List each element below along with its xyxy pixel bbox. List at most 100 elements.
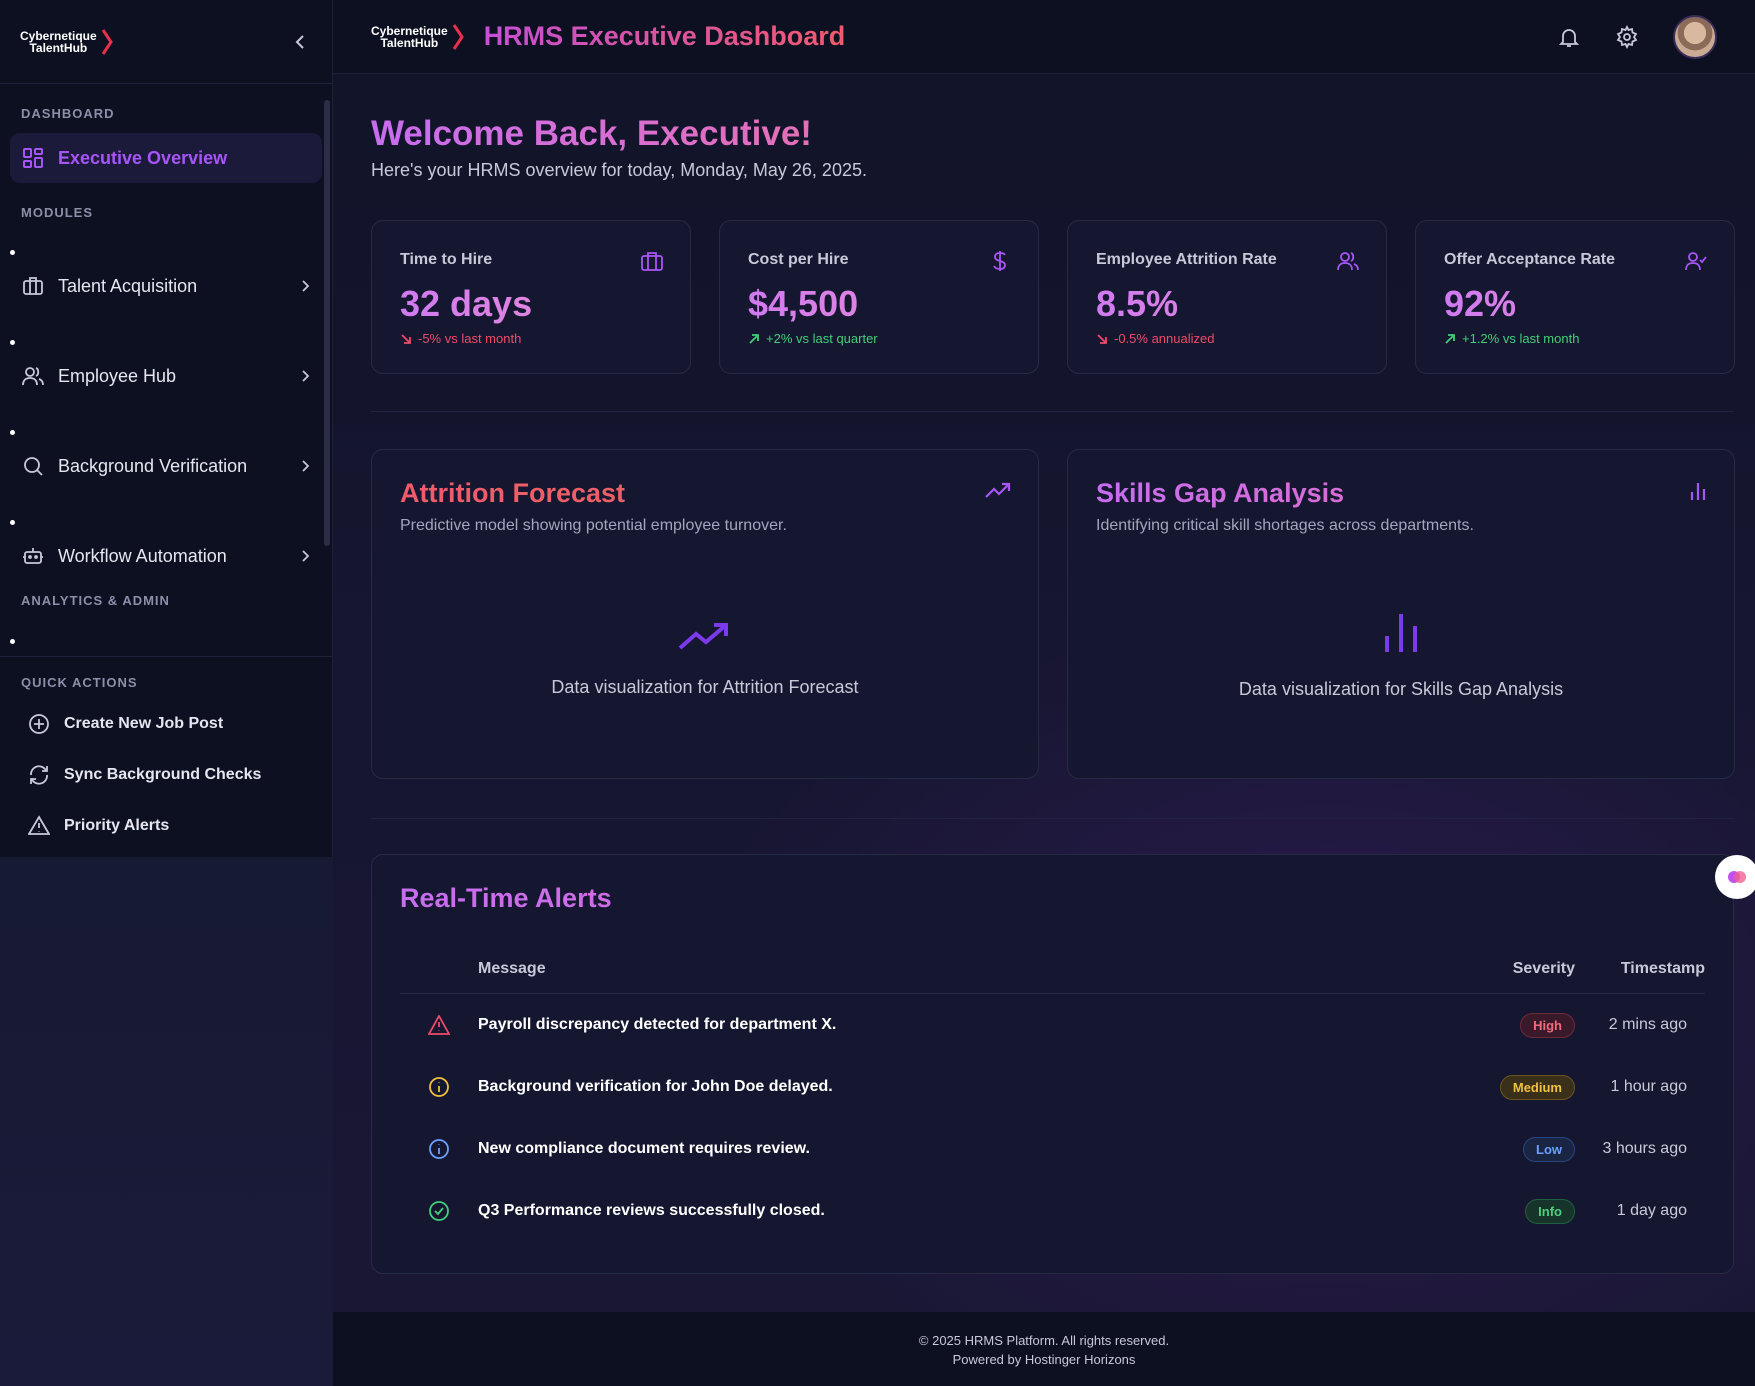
table-row[interactable]: Payroll discrepancy detected for departm… [400, 994, 1705, 1056]
chevron-right-icon [302, 280, 310, 292]
column-header-severity[interactable]: Severity [1455, 960, 1575, 978]
chart-subtitle: Identifying critical skill shortages acr… [1096, 517, 1474, 534]
alert-message: Payroll discrepancy detected for departm… [478, 1016, 837, 1033]
chevron-left-icon [295, 34, 304, 49]
chart-placeholder: Data visualization for Skills Gap Analys… [1238, 679, 1564, 699]
quick-action-label: Create New Job Post [64, 714, 224, 732]
avatar[interactable] [1673, 14, 1717, 59]
sidebar-nav: DASHBOARD Executive Overview MODULES Tal… [0, 84, 332, 656]
top-bar: Cybernetique TalentHub HRMS Executive Da… [333, 0, 1755, 74]
footer-powered-by: Powered by Hostinger Horizons [952, 1352, 1136, 1367]
users-icon [22, 367, 44, 386]
alert-message: New compliance document requires review. [478, 1140, 810, 1157]
chart-title: Attrition Forecast [400, 478, 1010, 509]
brand-chevron-icon [452, 23, 464, 50]
section-modules: MODULES [21, 205, 93, 220]
table-row[interactable]: Q3 Performance reviews successfully clos… [400, 1180, 1705, 1242]
sidebar-item-label: Employee Hub [58, 365, 177, 386]
sidebar-item-background-verification[interactable]: Background Verification [0, 441, 332, 491]
section-analytics: ANALYTICS & ADMIN [21, 593, 170, 608]
brand-line1: Cybernetique [371, 23, 448, 38]
brand-line1: Cybernetique [20, 28, 97, 43]
kpi-title: Offer Acceptance Rate [1444, 251, 1616, 268]
collapse-sidebar-button[interactable] [288, 30, 312, 54]
quick-actions: QUICK ACTIONS Create New Job Post Sync B… [0, 656, 332, 851]
kpi-title: Cost per Hire [748, 251, 849, 268]
sidebar-item-label: Talent Acquisition [58, 275, 198, 296]
warning-icon [428, 1015, 450, 1035]
bar-chart-icon [1385, 614, 1417, 652]
user-check-icon [1685, 252, 1707, 271]
kpi-value: 92% [1444, 283, 1706, 325]
sidebar-item-talent-acquisition[interactable]: Talent Acquisition [0, 261, 332, 311]
assistant-icon [1728, 871, 1746, 883]
bell-icon[interactable] [1557, 25, 1581, 49]
bullet-dot [10, 430, 15, 435]
footer-copyright: © 2025 HRMS Platform. All rights reserve… [918, 1333, 1170, 1348]
skills-gap-card: Skills Gap Analysis Identifying critical… [1067, 449, 1735, 779]
severity-badge: High [1520, 1012, 1575, 1038]
sidebar-item-employee-hub[interactable]: Employee Hub [0, 351, 332, 401]
chevron-right-icon [302, 370, 310, 382]
alert-timestamp: 1 hour ago [1610, 1078, 1687, 1095]
kpi-value: 32 days [400, 283, 662, 325]
alert-message: Q3 Performance reviews successfully clos… [478, 1202, 825, 1219]
chart-title: Skills Gap Analysis [1096, 478, 1706, 509]
table-row[interactable]: New compliance document requires review.… [400, 1118, 1705, 1180]
sidebar-item-workflow-automation[interactable]: Workflow Automation [0, 531, 332, 581]
sidebar-item-label: Workflow Automation [58, 545, 227, 566]
kpi-delta: +2% vs last quarter [766, 331, 878, 346]
column-header-timestamp[interactable]: Timestamp [1575, 960, 1705, 978]
severity-badge: Low [1523, 1136, 1575, 1162]
alert-timestamp: 3 hours ago [1602, 1140, 1687, 1157]
bullet-dot [10, 340, 15, 345]
bullet-dot [10, 250, 15, 255]
page-title: HRMS Executive Dashboard [483, 21, 846, 51]
sidebar: Cybernetique TalentHub DASHBOARD Executi… [0, 0, 333, 857]
kpi-delta: -0.5% annualized [1114, 331, 1215, 346]
severity-badge: Info [1525, 1198, 1575, 1224]
grid-icon [23, 148, 43, 168]
kpi-card-cost-per-hire: Cost per Hire $4,500 +2% vs last quarter [719, 220, 1039, 374]
severity-badge: Medium [1499, 1074, 1575, 1100]
sync-background-checks-button[interactable]: Sync Background Checks [0, 749, 332, 800]
welcome-subtitle: Here's your HRMS overview for today, Mon… [371, 160, 867, 180]
column-header-message[interactable]: Message [478, 960, 1455, 978]
users-icon [1337, 252, 1359, 271]
section-quick-actions: QUICK ACTIONS [21, 675, 138, 690]
footer: © 2025 HRMS Platform. All rights reserve… [333, 1312, 1755, 1386]
alert-timestamp: 1 day ago [1616, 1202, 1687, 1219]
real-time-alerts-card: Real-Time Alerts Message Severity Timest… [371, 854, 1734, 1274]
arrow-up-right-icon [749, 333, 759, 344]
brand-chevron-icon [101, 28, 113, 55]
chevron-right-icon [302, 550, 310, 562]
chart-placeholder: Data visualization for Attrition Forecas… [551, 677, 859, 697]
attrition-forecast-card: Attrition Forecast Predictive model show… [371, 449, 1039, 779]
trending-up-icon [985, 482, 1011, 498]
kpi-card-attrition-rate: Employee Attrition Rate 8.5% -0.5% annua… [1067, 220, 1387, 374]
sidebar-scrollbar[interactable] [324, 100, 330, 546]
info-icon [429, 1139, 449, 1159]
quick-action-label: Sync Background Checks [64, 765, 262, 783]
priority-alerts-button[interactable]: Priority Alerts [0, 800, 332, 851]
bar-chart-icon [1690, 483, 1706, 500]
section-divider [371, 818, 1734, 819]
create-job-post-button[interactable]: Create New Job Post [0, 698, 332, 749]
briefcase-icon [23, 277, 43, 295]
welcome-section: Welcome Back, Executive! Here's your HRM… [371, 114, 867, 181]
kpi-title: Employee Attrition Rate [1096, 251, 1277, 268]
alerts-title: Real-Time Alerts [400, 883, 1705, 914]
info-icon [429, 1077, 449, 1097]
gear-icon[interactable] [1615, 24, 1639, 49]
chart-subtitle: Predictive model showing potential emplo… [400, 517, 787, 534]
dollar-icon [993, 251, 1006, 271]
warning-icon [28, 814, 50, 835]
floating-assistant-button[interactable] [1715, 855, 1755, 899]
header-logo[interactable]: Cybernetique TalentHub [371, 23, 464, 50]
sidebar-item-executive-overview[interactable]: Executive Overview [10, 133, 322, 183]
alert-timestamp: 2 mins ago [1608, 1016, 1687, 1033]
chevron-right-icon [302, 460, 310, 472]
welcome-title: Welcome Back, Executive! [371, 114, 867, 154]
table-row[interactable]: Background verification for John Doe del… [400, 1056, 1705, 1118]
brand-logo[interactable]: Cybernetique TalentHub [20, 28, 113, 55]
